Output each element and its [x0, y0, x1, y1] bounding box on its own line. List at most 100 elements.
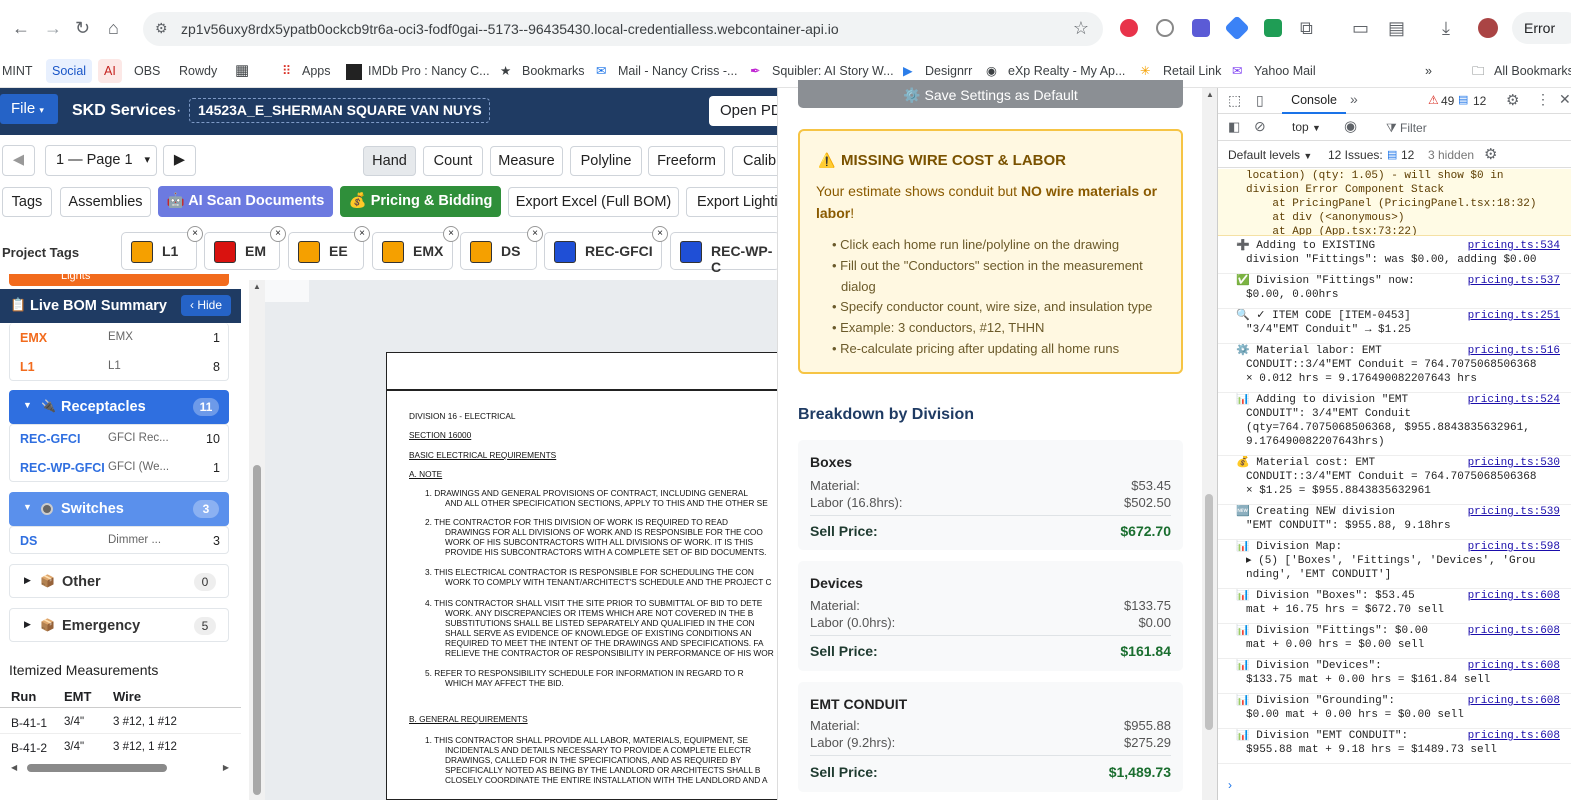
scroll-thumb[interactable]	[253, 465, 261, 795]
address-bar[interactable]: ⚙ zp1v56uxy8rdx5ypatb0ockcb9tr6a-oci3-fo…	[143, 12, 1103, 46]
console-prompt-icon[interactable]: ›	[1228, 778, 1232, 792]
ai-scan-documents-button[interactable]: 🤖 AI Scan Documents	[158, 186, 333, 217]
tool-freeform[interactable]: Freeform	[648, 146, 725, 176]
emergency-category-header[interactable]: ▶ 📦 Emergency 5	[9, 608, 229, 642]
scroll-thumb[interactable]	[27, 764, 167, 772]
tag-chip[interactable]: L1 ×	[121, 226, 203, 270]
tool-calibrate[interactable]: Calib	[732, 146, 782, 176]
receptacles-category-header[interactable]: ▼ 🔌 Receptacles 11	[9, 390, 229, 424]
tag-chip[interactable]: EM ×	[204, 226, 286, 270]
close-icon[interactable]: ×	[652, 226, 668, 242]
eye-icon[interactable]: ◉	[1344, 117, 1357, 135]
issues-count[interactable]: 12	[1401, 148, 1414, 162]
issues-label[interactable]: 12 Issues:	[1328, 148, 1383, 162]
tags-button[interactable]: Tags	[2, 187, 52, 217]
other-category-header[interactable]: ▶ 📦 Other 0	[9, 564, 229, 598]
log-source-link[interactable]: pricing.ts:539	[1468, 505, 1560, 519]
tab-console[interactable]: Console	[1282, 88, 1346, 114]
log-source-link[interactable]: pricing.ts:608	[1468, 624, 1560, 638]
forward-arrow-icon[interactable]: →	[44, 18, 62, 39]
settings-gear-icon[interactable]: ⚙	[1506, 91, 1519, 109]
home-icon[interactable]: ⌂	[108, 18, 119, 39]
tab-search-icon[interactable]: ▤	[1388, 18, 1405, 39]
tag-chip[interactable]: REC-WP-C	[670, 232, 780, 275]
sidebar-toggle-icon[interactable]: ◧	[1228, 119, 1240, 135]
console-log-entry[interactable]: pricing.ts:608 📊 Division "EMT CONDUIT": $…	[1218, 729, 1571, 764]
switches-category-header[interactable]: ▼ Switches 3	[9, 492, 229, 526]
reload-icon[interactable]: ↻	[75, 18, 90, 39]
console-filter-input[interactable]: ⧩ Filter	[1378, 118, 1568, 138]
bom-vertical-scrollbar[interactable]: ▲	[249, 280, 265, 800]
hide-bom-button[interactable]: ‹ Hide	[181, 295, 231, 316]
table-row[interactable]: B-41-1 3/4" 3 #12, 1 #12	[0, 710, 241, 734]
pdf-page[interactable]: DIVISION 16 - ELECTRICAL SECTION 16000 BAS…	[386, 352, 787, 800]
save-settings-default-button[interactable]: ⚙️ Save Settings as Default	[798, 80, 1183, 108]
back-arrow-icon[interactable]: ←	[12, 18, 30, 39]
export-excel-button[interactable]: Export Excel (Full BOM)	[508, 187, 679, 217]
site-info-icon[interactable]: ⚙	[155, 20, 168, 37]
reading-list-icon[interactable]: ▭	[1352, 18, 1369, 39]
extension-icon[interactable]	[1264, 19, 1282, 37]
console-log-entry[interactable]: pricing.ts:608 📊 Division "Grounding": $0.…	[1218, 694, 1571, 729]
bookmark-item[interactable]: IMDb Pro : Nancy C...	[368, 59, 490, 83]
horizontal-scrollbar[interactable]: ◀ ▶	[9, 763, 231, 773]
clear-console-icon[interactable]: ⊘	[1254, 118, 1266, 135]
extension-icon[interactable]	[1224, 15, 1250, 41]
close-icon[interactable]: ×	[527, 226, 543, 242]
scroll-right-icon[interactable]: ▶	[223, 763, 229, 772]
bookmark-item[interactable]: Yahoo Mail	[1254, 59, 1316, 83]
file-menu-button[interactable]: File ▾	[0, 94, 58, 124]
console-log-entry[interactable]: pricing.ts:251 🔍 ✓ ITEM CODE [ITEM-0453] "…	[1218, 309, 1571, 344]
tag-chip[interactable]: REC-GFCI ×	[544, 226, 668, 270]
page-select[interactable]: 1 — Page 1 ▾	[45, 145, 157, 176]
profile-avatar[interactable]	[1478, 18, 1498, 38]
console-log-entry[interactable]: pricing.ts:598 📊 Division Map: ▸ (5) ['Box…	[1218, 540, 1571, 589]
console-settings-icon[interactable]: ⚙	[1484, 145, 1497, 163]
tool-measure[interactable]: Measure	[490, 146, 563, 176]
log-source-link[interactable]: pricing.ts:524	[1468, 393, 1560, 407]
scroll-left-icon[interactable]: ◀	[11, 763, 17, 772]
scroll-up-icon[interactable]: ▲	[1206, 90, 1214, 99]
lights-category-header[interactable]: Lights	[9, 274, 229, 286]
close-icon[interactable]: ✕	[1559, 91, 1571, 108]
bookmark-item[interactable]: Mail - Nancy Criss -...	[618, 59, 737, 83]
context-select[interactable]: top ▼	[1292, 120, 1321, 134]
extension-icon[interactable]	[1156, 19, 1174, 37]
grid-apps-icon[interactable]: ▦	[235, 59, 249, 83]
job-name[interactable]: 14523A_E_SHERMAN SQUARE VAN NUYS	[189, 98, 490, 123]
assemblies-button[interactable]: Assemblies	[60, 187, 151, 217]
bookmark-item[interactable]: AI	[98, 59, 122, 83]
scroll-up-icon[interactable]: ▲	[253, 282, 261, 291]
error-count[interactable]: 49	[1441, 94, 1454, 108]
log-source-link[interactable]: pricing.ts:598	[1468, 540, 1560, 554]
levels-select[interactable]: Default levels ▼	[1228, 148, 1312, 162]
bookmark-item[interactable]: Apps	[302, 59, 331, 83]
console-log-entry[interactable]: pricing.ts:516 ⚙️ Material labor: EMT COND…	[1218, 344, 1571, 393]
scroll-thumb[interactable]	[1205, 494, 1213, 730]
more-bookmarks-icon[interactable]: »	[1425, 59, 1432, 83]
message-count[interactable]: 12	[1473, 94, 1486, 108]
download-icon[interactable]: ⤓	[1442, 18, 1450, 39]
console-warning-entry[interactable]: location) (qty: 1.05) - will show $0 in …	[1218, 169, 1571, 236]
tool-polyline[interactable]: Polyline	[570, 146, 642, 176]
bookmark-item[interactable]: OBS	[134, 59, 160, 83]
tool-count[interactable]: Count	[423, 146, 483, 176]
extension-icon[interactable]	[1120, 19, 1138, 37]
more-tabs-icon[interactable]: »	[1350, 91, 1358, 107]
console-log-entry[interactable]: pricing.ts:608 📊 Division "Boxes": $53.45…	[1218, 589, 1571, 624]
console-log-entry[interactable]: pricing.ts:608 📊 Division "Fittings": $0.…	[1218, 624, 1571, 659]
log-source-link[interactable]: pricing.ts:608	[1468, 729, 1560, 743]
console-log-entry[interactable]: pricing.ts:537 ✅ Division "Fittings" now:…	[1218, 274, 1571, 309]
console-log-entry[interactable]: pricing.ts:524 📊 Adding to division "EMT C…	[1218, 393, 1571, 456]
extensions-puzzle-icon[interactable]: ⧉	[1300, 18, 1313, 39]
bookmark-item[interactable]: All Bookmarks	[1494, 59, 1571, 83]
log-source-link[interactable]: pricing.ts:608	[1468, 694, 1560, 708]
bookmark-item[interactable]: Social	[46, 59, 93, 83]
log-source-link[interactable]: pricing.ts:516	[1468, 344, 1560, 358]
console-log-entry[interactable]: pricing.ts:530 💰 Material cost: EMT CONDUI…	[1218, 456, 1571, 505]
log-source-link[interactable]: pricing.ts:537	[1468, 274, 1560, 288]
prev-page-button[interactable]: ◀	[2, 145, 35, 176]
inspect-element-icon[interactable]: ⬚	[1228, 92, 1241, 109]
next-page-button[interactable]: ▶	[163, 145, 196, 176]
log-source-link[interactable]: pricing.ts:530	[1468, 456, 1560, 470]
